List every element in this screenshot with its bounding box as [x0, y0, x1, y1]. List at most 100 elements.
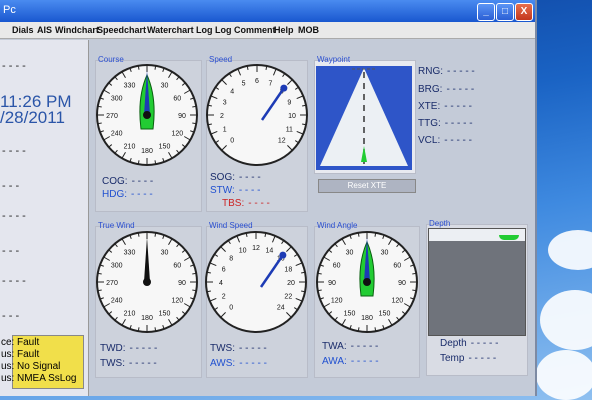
minimize-button[interactable]: _ — [477, 3, 495, 21]
tick-label: 90 — [178, 113, 186, 120]
tick-label: 18 — [284, 267, 292, 274]
tick-label: 30 — [161, 83, 169, 90]
menu-ais[interactable]: AIS — [37, 22, 52, 38]
menu-waterchart[interactable]: Waterchart — [147, 22, 194, 38]
tick-mark — [374, 232, 377, 237]
tick-label: 30 — [346, 250, 354, 257]
ttg-readout: TTG: - - - - - — [418, 118, 473, 129]
placeholder-line: - - - - — [2, 145, 26, 157]
tick-label: 20 — [287, 280, 295, 287]
xte-label: XTE: — [418, 101, 441, 112]
tick-label: 120 — [171, 131, 183, 138]
menu-bar: Dials AIS Windchart Speedchart Waterchar… — [0, 22, 535, 39]
close-button[interactable]: X — [515, 3, 533, 21]
tick-mark — [317, 272, 322, 275]
vcl-label: VCL: — [418, 135, 441, 146]
menu-mob[interactable]: MOB — [298, 22, 319, 38]
status-value: Fault — [17, 337, 40, 348]
menu-log-comment[interactable]: Log Comment — [215, 22, 276, 38]
wind-speed-dial: 024681012141618202224 — [205, 231, 307, 333]
needle-hub — [363, 278, 371, 286]
tick-label: 12 — [252, 245, 260, 252]
cloud-shape — [540, 290, 592, 350]
cog-label: COG: — [102, 176, 128, 187]
tick-label: 150 — [159, 310, 171, 317]
speed-dial: 0123456789101112 — [206, 64, 308, 166]
menu-windchart[interactable]: Windchart — [55, 22, 99, 38]
needle-tip — [279, 251, 287, 259]
tick-label: 22 — [284, 293, 292, 300]
clock-date: /28/2011 — [0, 108, 65, 127]
tick-label: 180 — [141, 315, 153, 322]
rng-value: - - - - - — [447, 66, 475, 77]
tick-mark — [154, 160, 157, 165]
tick-mark — [412, 289, 417, 292]
depth-label: Depth — [440, 338, 467, 349]
tick-label: 210 — [124, 310, 136, 317]
maximize-button[interactable]: □ — [496, 3, 514, 21]
tick-mark — [357, 327, 360, 332]
tick-label: 210 — [124, 143, 136, 150]
tick-label: 300 — [111, 263, 123, 270]
window-title: Pc — [3, 4, 16, 16]
tbs-label: TBS: — [222, 198, 245, 209]
placeholder-line: - - - - — [2, 60, 26, 72]
status-value: Fault — [17, 349, 40, 360]
twd-readout: TWD: - - - - - — [100, 343, 157, 354]
tws-label: TWS: — [100, 358, 125, 369]
tick-label: 240 — [111, 131, 123, 138]
cog-value: - - - - — [131, 176, 154, 187]
aws-readout: AWS: - - - - - — [210, 358, 267, 369]
tick-label: 1 — [223, 126, 227, 133]
title-bar: Pc _ □ X — [0, 0, 535, 22]
tick-label: 14 — [265, 248, 273, 255]
tick-label: 120 — [331, 298, 343, 305]
waypoint-graphic — [316, 66, 412, 170]
vcl-readout: VCL: - - - - - — [418, 135, 472, 146]
tick-mark — [154, 65, 157, 70]
tick-label: 6 — [255, 78, 259, 85]
course-dial: 30 60 90 120150 180 210240 270 300330 — [96, 64, 198, 166]
vcl-value: - - - - - — [444, 135, 472, 146]
stw-label: STW: — [210, 185, 235, 196]
tick-label: 5 — [242, 81, 246, 88]
needle-hub — [143, 111, 151, 119]
aws-value: - - - - - — [239, 358, 267, 369]
tick-label: 8 — [229, 255, 233, 262]
tick-label: 90 — [398, 280, 406, 287]
boat-icon — [499, 235, 519, 240]
tbs-readout: TBS: - - - - — [222, 198, 270, 209]
menu-log[interactable]: Log — [196, 22, 213, 38]
status-label: ce: — [1, 337, 15, 348]
needle-tip — [280, 84, 288, 92]
brg-value: - - - - - — [446, 84, 475, 95]
app-window: Pc _ □ X Dials AIS Windchart Speedchart … — [0, 0, 537, 396]
tick-label: 60 — [393, 263, 401, 270]
tick-label: 90 — [178, 280, 186, 287]
twa-label: TWA: — [322, 341, 347, 352]
reset-xte-button[interactable]: Reset XTE — [318, 179, 416, 193]
tick-label: 60 — [173, 96, 181, 103]
tick-label: 3 — [223, 100, 227, 107]
tick-mark — [192, 122, 197, 125]
tick-label: 7 — [268, 81, 272, 88]
ttg-label: TTG: — [418, 118, 441, 129]
menu-speedchart[interactable]: Speedchart — [97, 22, 146, 38]
menu-dials[interactable]: Dials — [12, 22, 34, 38]
hdg-readout: HDG: - - - - — [102, 189, 153, 200]
panel-title: Wind Angle — [317, 221, 358, 230]
tick-label: 150 — [379, 310, 391, 317]
awa-value: - - - - - — [350, 356, 379, 367]
tick-label: 12 — [278, 138, 286, 145]
tick-mark — [192, 289, 197, 292]
placeholder-line: - - - - — [2, 275, 26, 287]
placeholder-line: - - - — [2, 180, 20, 192]
tbs-value: - - - - — [248, 198, 270, 209]
twd-label: TWD: — [100, 343, 126, 354]
tick-mark — [97, 272, 102, 275]
awa-label: AWA: — [322, 356, 347, 367]
cog-readout: COG: - - - - — [102, 176, 153, 187]
menu-help[interactable]: Help — [274, 22, 294, 38]
tick-label: 240 — [111, 298, 123, 305]
tick-label: 10 — [288, 113, 296, 120]
